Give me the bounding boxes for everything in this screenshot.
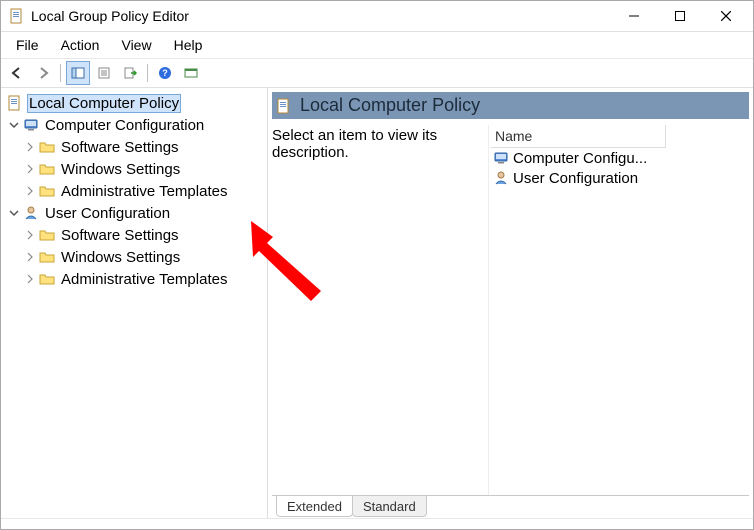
details-header: Local Computer Policy [272, 92, 749, 119]
tree-item-label: Administrative Templates [59, 182, 229, 201]
details-pane: Local Computer Policy Select an item to … [268, 88, 753, 518]
close-button[interactable] [703, 1, 749, 31]
tab-extended[interactable]: Extended [276, 496, 353, 517]
list-column: Name Computer Configu... User Configurat… [488, 125, 749, 495]
toolbar-separator [60, 64, 61, 82]
tree-item-label: Local Computer Policy [27, 94, 181, 113]
tab-standard[interactable]: Standard [352, 496, 427, 517]
help-button[interactable]: ? [153, 61, 177, 85]
tree-item-label: Administrative Templates [59, 270, 229, 289]
expand-collapse-icon[interactable] [23, 184, 37, 198]
description-column: Select an item to view its description. [272, 125, 488, 495]
expand-collapse-icon[interactable] [7, 118, 21, 132]
tree-item-software-settings[interactable]: Software Settings [3, 136, 265, 158]
tree-item-label: Computer Configuration [43, 116, 206, 135]
filter-button[interactable] [179, 61, 203, 85]
expand-collapse-icon[interactable] [23, 272, 37, 286]
tree-item-user-configuration[interactable]: User Configuration [3, 202, 265, 224]
tree-item-administrative-templates[interactable]: Administrative Templates [3, 180, 265, 202]
menu-file[interactable]: File [5, 34, 50, 56]
expand-collapse-icon[interactable] [23, 228, 37, 242]
details-title: Local Computer Policy [300, 95, 480, 116]
policy-icon [276, 98, 292, 114]
expand-collapse-icon[interactable] [23, 162, 37, 176]
minimize-button[interactable] [611, 1, 657, 31]
folder-icon [39, 161, 55, 177]
svg-text:?: ? [162, 68, 168, 78]
tree-item-administrative-templates[interactable]: Administrative Templates [3, 268, 265, 290]
maximize-button[interactable] [657, 1, 703, 31]
description-text: Select an item to view its description. [272, 127, 437, 161]
tree-item-computer-configuration[interactable]: Computer Configuration [3, 114, 265, 136]
menu-view[interactable]: View [110, 34, 162, 56]
tree-item-local-computer-policy[interactable]: Local Computer Policy [3, 92, 265, 114]
folder-icon [39, 183, 55, 199]
menubar: File Action View Help [1, 32, 753, 59]
back-button[interactable] [5, 61, 29, 85]
toolbar: ? [1, 59, 753, 88]
window-root: Local Group Policy Editor File Action Vi… [0, 0, 754, 530]
menu-action[interactable]: Action [50, 34, 111, 56]
expand-collapse-icon[interactable] [23, 250, 37, 264]
show-hide-tree-button[interactable] [66, 61, 90, 85]
tree-item-label: Software Settings [59, 138, 181, 157]
computer-icon [23, 117, 39, 133]
export-button[interactable] [118, 61, 142, 85]
menu-help[interactable]: Help [163, 34, 214, 56]
list-item-label: User Configuration [513, 170, 638, 187]
forward-button[interactable] [31, 61, 55, 85]
list-item-user-configuration[interactable]: User Configuration [491, 168, 749, 188]
policy-icon [7, 95, 23, 111]
tree-item-software-settings[interactable]: Software Settings [3, 224, 265, 246]
titlebar: Local Group Policy Editor [1, 1, 753, 32]
folder-icon [39, 271, 55, 287]
tree-item-label: Windows Settings [59, 160, 182, 179]
list-item-label: Computer Configu... [513, 150, 647, 167]
computer-icon [493, 150, 509, 166]
tree-item-windows-settings[interactable]: Windows Settings [3, 246, 265, 268]
folder-icon [39, 227, 55, 243]
statusbar [1, 518, 753, 529]
app-icon [9, 8, 25, 24]
folder-icon [39, 249, 55, 265]
column-header-name[interactable]: Name [491, 125, 666, 148]
list-item-computer-configuration[interactable]: Computer Configu... [491, 148, 749, 168]
folder-icon [39, 139, 55, 155]
expand-collapse-icon[interactable] [7, 206, 21, 220]
tree-item-windows-settings[interactable]: Windows Settings [3, 158, 265, 180]
tree-item-label: User Configuration [43, 204, 172, 223]
window-title: Local Group Policy Editor [31, 8, 189, 24]
user-icon [493, 170, 509, 186]
tree-pane: Local Computer Policy Computer Configura… [1, 88, 268, 518]
tree-item-label: Software Settings [59, 226, 181, 245]
content-area: Local Computer Policy Computer Configura… [1, 88, 753, 518]
toolbar-separator [147, 64, 148, 82]
properties-button[interactable] [92, 61, 116, 85]
details-body: Select an item to view its description. … [272, 125, 749, 496]
view-tabs: Extended Standard [272, 495, 749, 517]
tree-item-label: Windows Settings [59, 248, 182, 267]
user-icon [23, 205, 39, 221]
expand-collapse-icon[interactable] [23, 140, 37, 154]
